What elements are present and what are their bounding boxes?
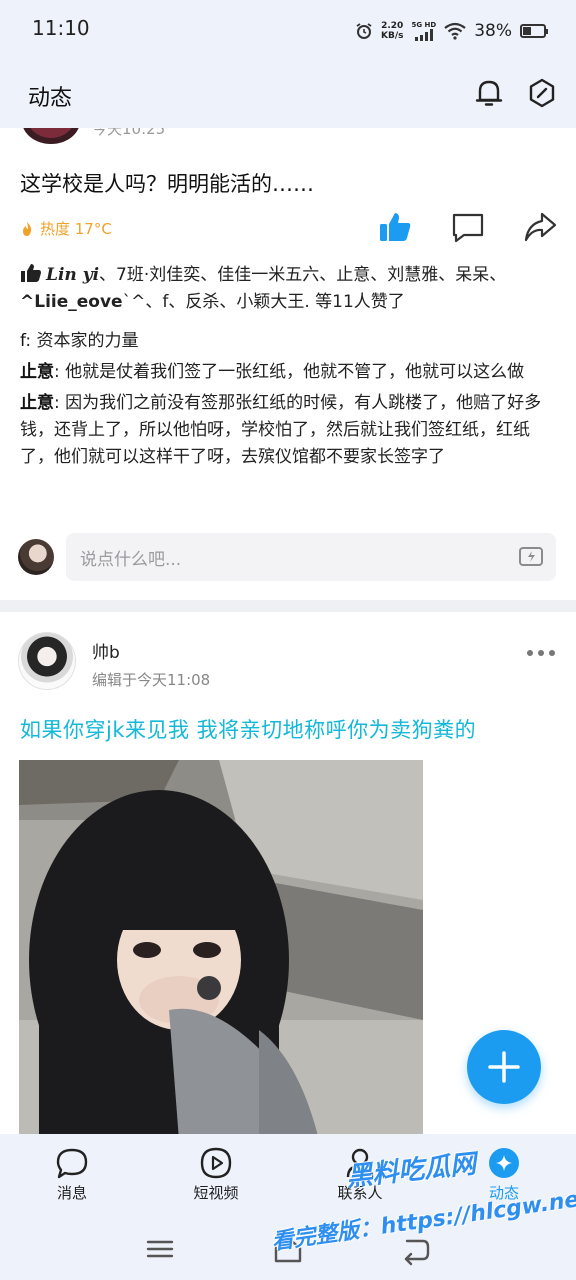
comment-sep: : <box>25 331 37 351</box>
video-play-icon <box>200 1147 232 1179</box>
post-edit-time: 编辑于今天11:08 <box>92 671 211 689</box>
nav-label: 联系人 <box>337 1184 383 1202</box>
author-name[interactable]: 帅b <box>92 638 120 663</box>
feed: 今天10:25 这学校是人吗？明明能活的…… 热度 17°C Lin yi、7班… <box>0 128 576 1134</box>
like-small-icon <box>21 264 41 282</box>
net-speed: 2.20 KB/s <box>381 21 403 41</box>
author-avatar[interactable] <box>18 632 76 690</box>
home-icon[interactable] <box>271 1232 305 1266</box>
hexagon-settings-icon[interactable] <box>525 76 559 110</box>
cell-signal-icon <box>414 28 433 41</box>
comment-text: 他就是仗着我们签了一张红纸，他就不管了，他就可以这么做 <box>65 362 525 382</box>
battery-level-fill <box>523 27 532 35</box>
thumbs-up-icon[interactable] <box>378 210 412 244</box>
likers-rest[interactable]: `^、f、反杀、小颖大王. 等11人赞了 <box>123 292 405 312</box>
message-bubble-icon <box>56 1148 88 1179</box>
nav-contacts[interactable]: 联系人 <box>315 1146 405 1210</box>
battery-percent: 38% <box>474 21 512 41</box>
comment-author[interactable]: 止意 <box>20 393 54 413</box>
comment-text: 资本家的力量 <box>36 331 139 351</box>
back-icon[interactable] <box>399 1232 433 1266</box>
nav-messages[interactable]: 消息 <box>27 1146 117 1210</box>
flame-icon <box>23 221 32 236</box>
comment-sep: : <box>54 393 66 413</box>
cell-signal: 5G HD <box>411 20 437 41</box>
post1-timestamp: 今天10:25 <box>92 128 166 138</box>
wifi-icon <box>444 22 466 40</box>
liker-name[interactable]: Lin yi <box>46 265 99 285</box>
bottom-nav: 消息 短视频 联系人 动态 <box>0 1134 576 1218</box>
comment-list: f: 资本家的力量 止意: 他就是仗着我们签了一张红纸，他就不管了，他就可以这么… <box>20 328 560 475</box>
post1-avatar-partial <box>22 128 80 144</box>
comment-placeholder: 说点什么吧... <box>80 550 182 570</box>
nav-label: 动态 <box>488 1184 519 1202</box>
post-photo[interactable] <box>19 760 423 1134</box>
bell-icon[interactable] <box>472 76 506 110</box>
nav-short-video[interactable]: 短视频 <box>171 1146 261 1210</box>
contacts-icon <box>346 1148 374 1178</box>
page-title: 动态 <box>28 86 73 111</box>
system-nav-bar <box>0 1218 576 1280</box>
nav-label: 消息 <box>56 1184 87 1202</box>
comment-text: 因为我们之前没有签那张红纸的时候，有人跳楼了，他赔了好多钱，还背上了，所以他怕呀… <box>20 393 542 467</box>
likers-middle[interactable]: 、7班·刘佳奕、佳佳一米五六、止意、刘慧雅、呆呆、 <box>99 265 506 285</box>
my-avatar <box>18 539 54 575</box>
status-indicators: 2.20 KB/s 5G HD 38% <box>355 14 548 48</box>
menu-icon[interactable] <box>143 1232 177 1266</box>
heat-indicator: 热度 17°C <box>20 218 112 239</box>
more-options-icon[interactable] <box>524 646 558 660</box>
liker-bold-name[interactable]: ^Liie_eove <box>20 292 123 312</box>
share-icon[interactable] <box>523 210 557 244</box>
status-time: 11:10 <box>32 16 90 40</box>
comment-author[interactable]: 止意 <box>20 362 54 382</box>
post-divider <box>0 600 576 612</box>
post1-text: 这学校是人吗？明明能活的…… <box>20 172 314 196</box>
comment-input[interactable]: 说点什么吧... <box>66 533 556 581</box>
star-activity-icon <box>489 1148 519 1178</box>
comment-sep: : <box>54 362 66 382</box>
sticker-icon[interactable] <box>518 544 544 570</box>
photo-image <box>19 760 423 1134</box>
comment-item[interactable]: 止意: 他就是仗着我们签了一张红纸，他就不管了，他就可以这么做 <box>20 359 560 386</box>
comment-icon[interactable] <box>451 210 485 244</box>
create-post-button[interactable] <box>467 1030 541 1104</box>
nav-label: 短视频 <box>193 1184 239 1202</box>
likes-list: Lin yi、7班·刘佳奕、佳佳一米五六、止意、刘慧雅、呆呆、 ^Liie_eov… <box>20 262 560 316</box>
post2-text: 如果你穿jk来见我 我将亲切地称呼你为卖狗粪的 <box>20 718 477 742</box>
heat-text: 热度 17°C <box>40 220 112 238</box>
status-bar: 11:10 2.20 KB/s 5G HD 38% <box>0 0 576 62</box>
net-speed-unit: KB/s <box>380 31 404 41</box>
battery-icon <box>520 24 548 38</box>
comment-item[interactable]: 止意: 因为我们之前没有签那张红纸的时候，有人跳楼了，他赔了好多钱，还背上了，所… <box>20 390 560 471</box>
plus-icon <box>488 1051 520 1083</box>
comment-item[interactable]: f: 资本家的力量 <box>20 328 560 355</box>
signal-label: 5G HD <box>411 20 437 29</box>
net-speed-value: 2.20 <box>381 21 404 31</box>
app-header: 动态 <box>0 62 576 128</box>
nav-activity[interactable]: 动态 <box>459 1146 549 1210</box>
alarm-icon <box>356 23 372 39</box>
